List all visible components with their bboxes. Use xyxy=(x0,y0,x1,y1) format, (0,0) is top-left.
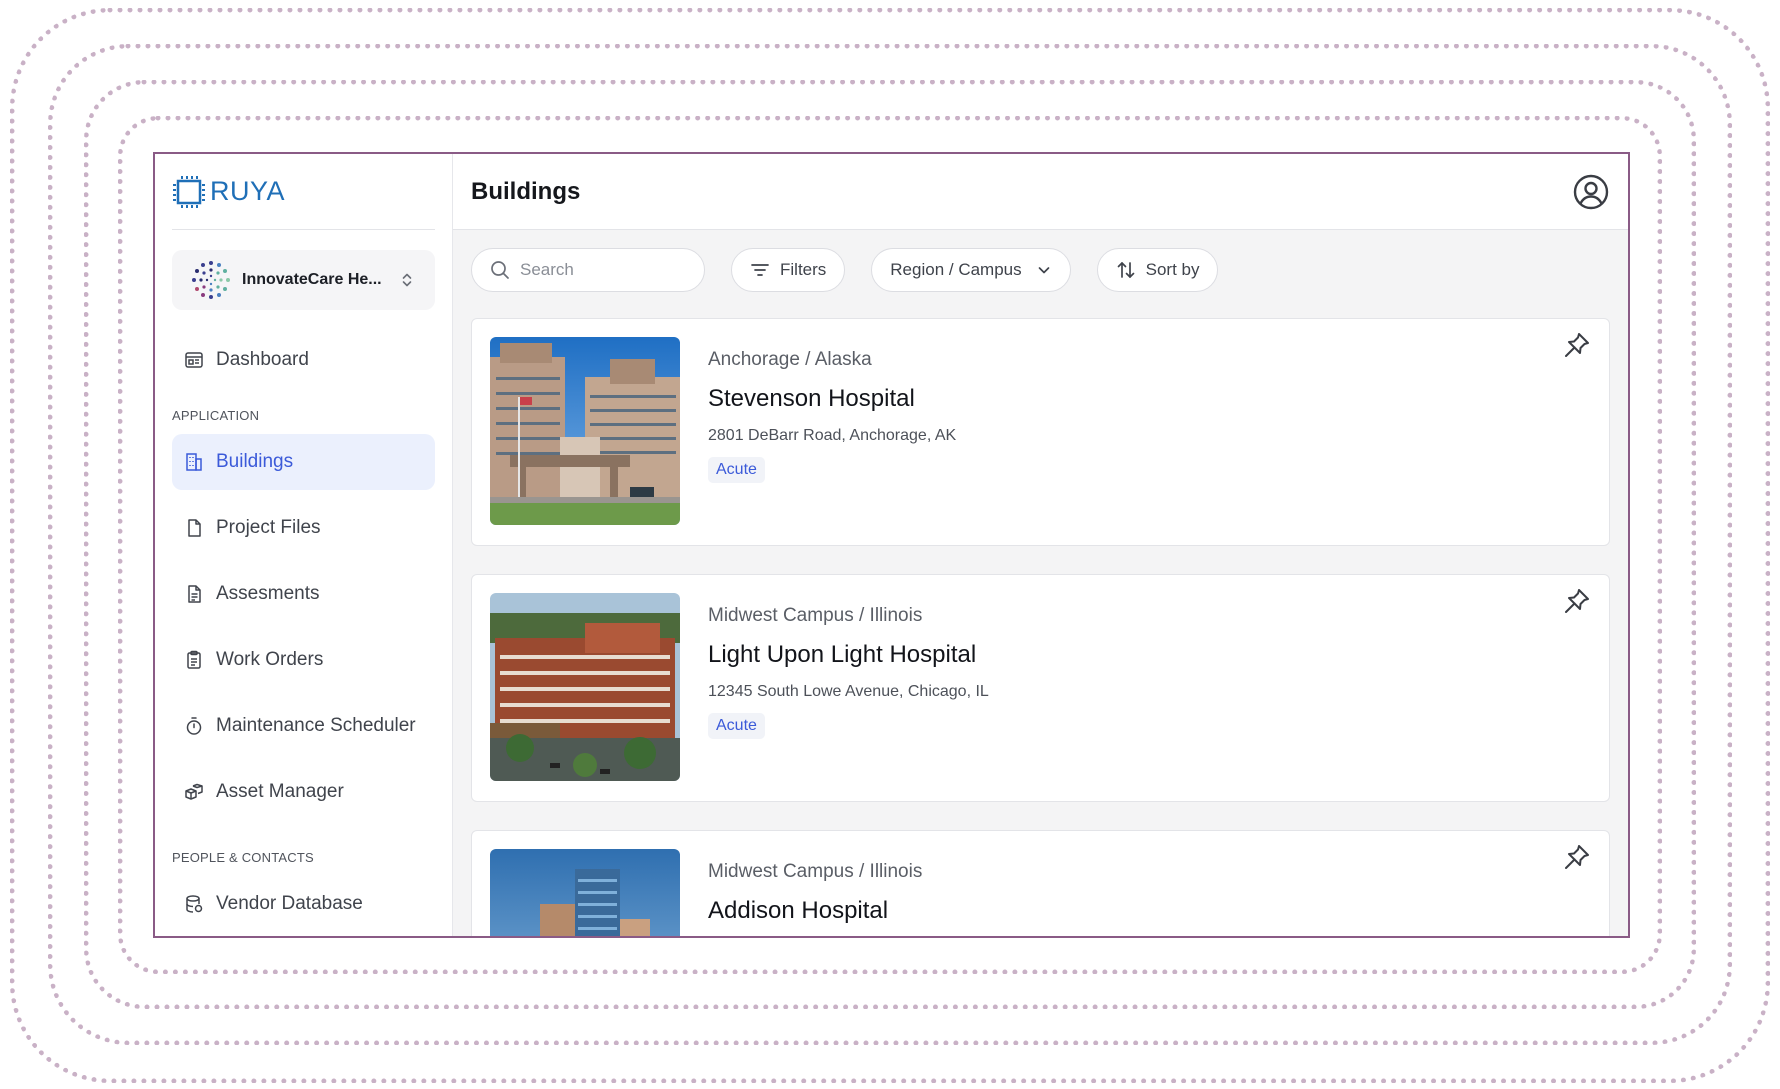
sidebar-item-work-orders[interactable]: Work Orders xyxy=(172,632,435,688)
file-icon xyxy=(188,519,201,537)
sidebar-item-label: Dashboard xyxy=(216,349,309,370)
building-list: Anchorage / Alaska Stevenson Hospital 28… xyxy=(453,318,1628,936)
building-type-badge: Acute xyxy=(708,457,765,483)
filters-label: Filters xyxy=(780,260,827,279)
sidebar-item-vendor-database[interactable]: Vendor Database xyxy=(172,876,435,932)
sort-arrows-icon xyxy=(1117,262,1134,278)
filter-toolbar: Filters Region / Campus Sort by xyxy=(453,240,1628,300)
building-card[interactable]: Midwest Campus / Illinois Light Upon Lig… xyxy=(471,574,1610,802)
user-avatar-icon[interactable] xyxy=(1572,173,1610,211)
dashboard-icon xyxy=(185,352,203,368)
buildings-icon xyxy=(186,453,202,471)
hospital-photo-image xyxy=(490,337,680,525)
sidebar: RUYA InnovateCare He... Dashboard APPLIC… xyxy=(155,154,453,936)
building-region: Midwest Campus / Illinois xyxy=(708,861,923,882)
database-icon xyxy=(186,895,203,913)
chevron-up-down-icon xyxy=(402,273,412,287)
sidebar-item-asset-manager[interactable]: Asset Manager xyxy=(172,764,435,820)
document-icon xyxy=(188,585,201,603)
building-address: 2801 DeBarr Road, Anchorage, AK xyxy=(708,427,957,444)
sort-button[interactable]: Sort by xyxy=(1096,248,1219,292)
filter-lines-icon xyxy=(751,264,769,276)
sidebar-item-assessments[interactable]: Assesments xyxy=(172,566,435,622)
sidebar-item-label: Maintenance Scheduler xyxy=(216,715,416,736)
top-bar: Buildings xyxy=(453,154,1628,230)
sort-label: Sort by xyxy=(1145,260,1200,279)
building-name[interactable]: Stevenson Hospital xyxy=(708,385,956,413)
sidebar-item-maintenance-scheduler[interactable]: Maintenance Scheduler xyxy=(172,698,435,754)
sidebar-item-buildings[interactable]: Buildings xyxy=(172,434,435,490)
section-label-application: APPLICATION xyxy=(172,408,260,423)
building-card[interactable]: Anchorage / Alaska Stevenson Hospital 28… xyxy=(471,318,1610,546)
org-switcher[interactable]: InnovateCare He... xyxy=(172,250,435,310)
chevron-down-icon xyxy=(1038,267,1049,274)
org-logo-icon xyxy=(192,261,230,299)
chip-logo-icon xyxy=(173,175,205,208)
sidebar-item-label: Vendor Database xyxy=(216,893,363,914)
sidebar-item-label: Buildings xyxy=(216,451,294,472)
region-campus-label: Region / Campus xyxy=(890,260,1022,279)
search-box[interactable] xyxy=(471,248,705,292)
sidebar-item-label: Asset Manager xyxy=(216,781,344,802)
sidebar-item-project-files[interactable]: Project Files xyxy=(172,500,435,556)
building-name[interactable]: Light Upon Light Hospital xyxy=(708,641,989,669)
search-icon xyxy=(491,261,509,279)
building-region: Anchorage / Alaska xyxy=(708,349,872,370)
building-card[interactable]: Midwest Campus / Illinois Addison Hospit… xyxy=(471,830,1610,936)
building-info: Anchorage / Alaska Stevenson Hospital 28… xyxy=(708,337,956,527)
building-photo xyxy=(490,593,680,781)
filters-button[interactable]: Filters xyxy=(731,248,846,292)
building-photo xyxy=(490,337,680,525)
building-name[interactable]: Addison Hospital xyxy=(708,897,922,925)
page-title: Buildings xyxy=(471,177,581,205)
building-photo xyxy=(490,849,680,936)
building-info: Midwest Campus / Illinois Addison Hospit… xyxy=(708,849,923,936)
stopwatch-icon xyxy=(186,717,202,735)
building-region: Midwest Campus / Illinois xyxy=(708,605,923,626)
hospital-photo-image xyxy=(490,593,680,781)
app-logo[interactable]: RUYA xyxy=(172,154,435,230)
boxes-icon xyxy=(185,783,203,800)
building-type-badge: Acute xyxy=(708,713,765,739)
region-campus-dropdown[interactable]: Region / Campus xyxy=(871,248,1071,292)
org-name: InnovateCare He... xyxy=(242,271,382,288)
search-input[interactable] xyxy=(520,260,680,280)
pin-icon[interactable] xyxy=(1563,331,1591,359)
sidebar-item-label: Assesments xyxy=(216,583,320,604)
hospital-photo-image xyxy=(490,849,680,936)
app-window: RUYA InnovateCare He... Dashboard APPLIC… xyxy=(153,152,1630,938)
app-name: RUYA xyxy=(210,176,286,206)
sidebar-item-label: Project Files xyxy=(216,517,321,538)
pin-icon[interactable] xyxy=(1563,843,1591,871)
clipboard-icon xyxy=(187,650,201,669)
main-content: Buildings Filters Region / Campus xyxy=(453,154,1628,936)
section-label-people-contacts: PEOPLE & CONTACTS xyxy=(172,850,314,865)
sidebar-item-dashboard[interactable]: Dashboard xyxy=(172,332,435,388)
sidebar-item-label: Work Orders xyxy=(216,649,324,670)
pin-icon[interactable] xyxy=(1563,587,1591,615)
building-info: Midwest Campus / Illinois Light Upon Lig… xyxy=(708,593,989,783)
building-address: 12345 South Lowe Avenue, Chicago, IL xyxy=(708,683,989,700)
